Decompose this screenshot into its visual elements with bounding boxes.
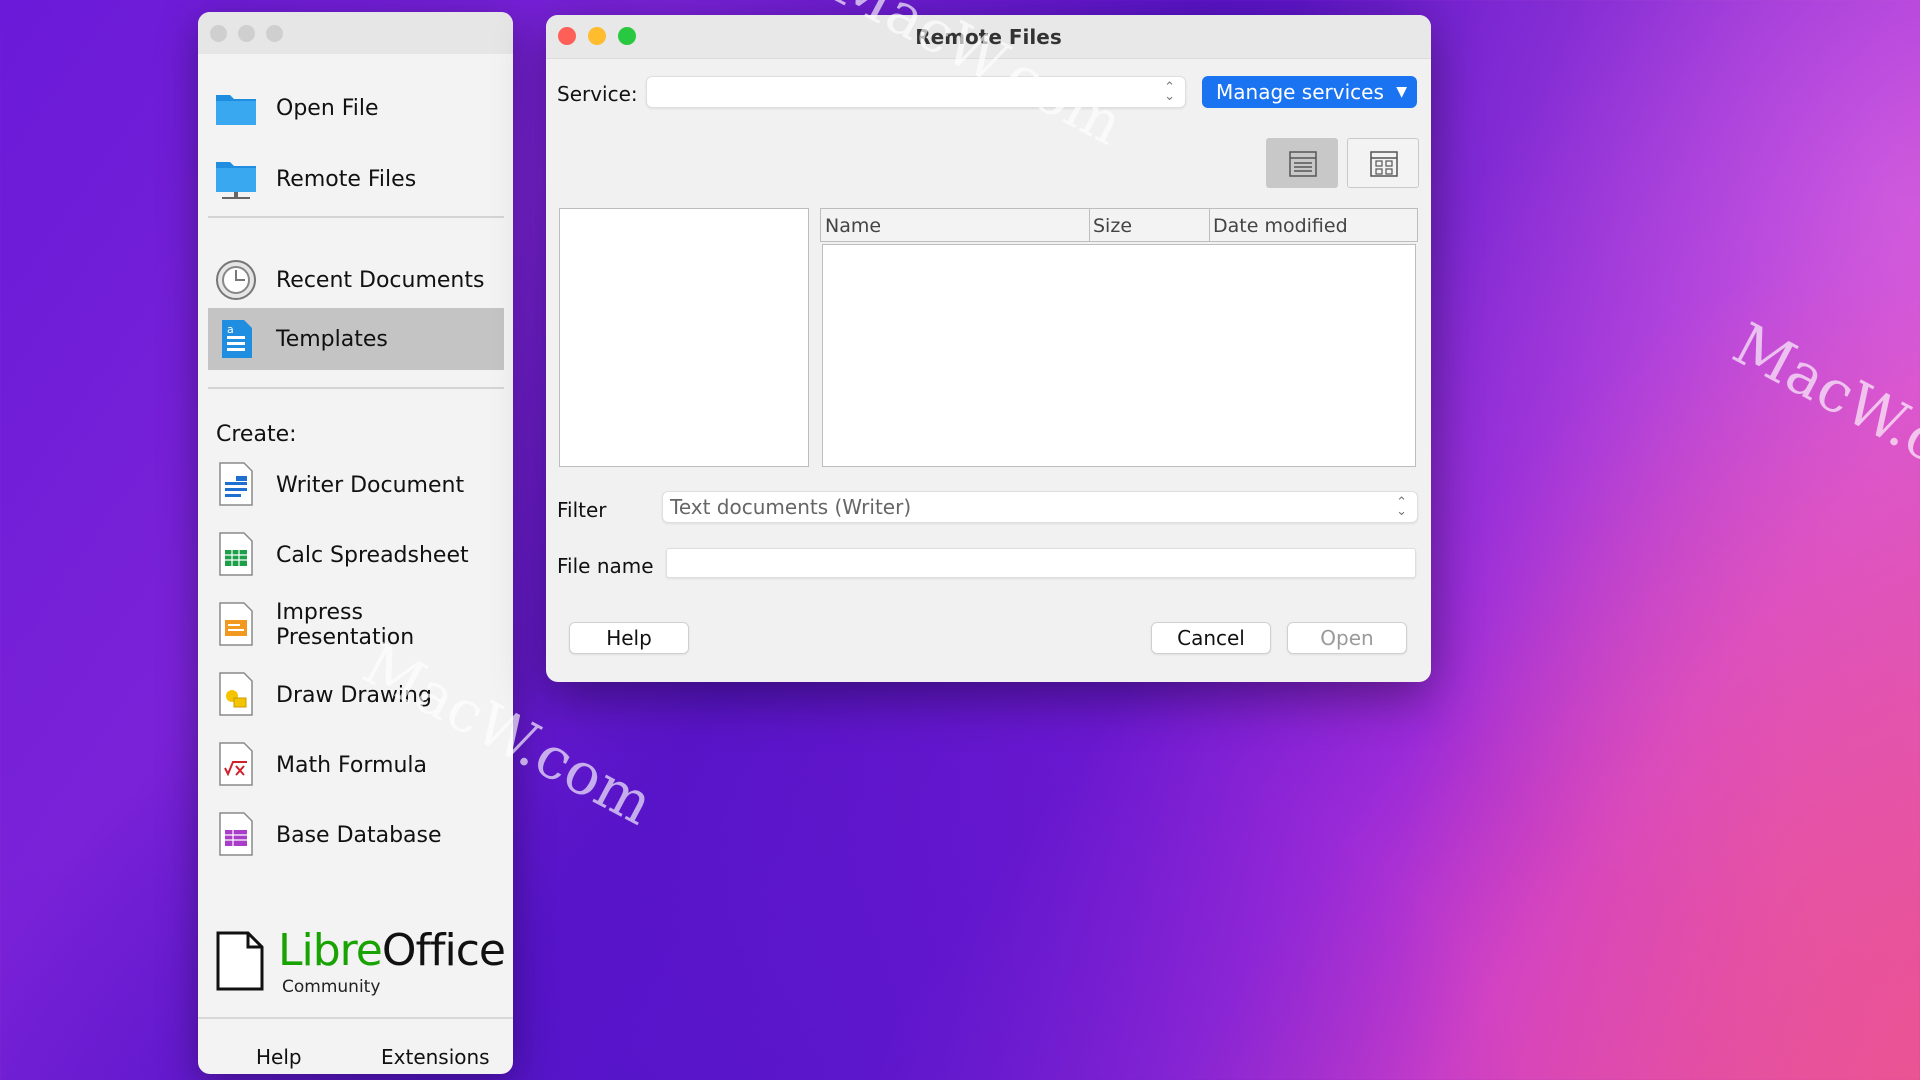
remote-files-dialog: Remote Files Service: ⌃ ⌄ Manage services… [546, 15, 1431, 682]
base-icon [219, 812, 253, 856]
column-date-modified[interactable]: Date modified [1213, 215, 1348, 237]
calc-spreadsheet-button[interactable]: Calc Spreadsheet [208, 524, 504, 586]
manage-services-button[interactable]: Manage services ▼ [1202, 76, 1417, 108]
file-list-pane[interactable] [822, 244, 1416, 467]
impress-presentation-button[interactable]: Impress Presentation [208, 594, 504, 656]
writer-document-label: Writer Document [276, 472, 465, 498]
column-name[interactable]: Name [825, 215, 881, 237]
libreoffice-logo: LibreOffice Community [216, 927, 506, 997]
base-database-label: Base Database [276, 822, 442, 848]
templates-icon: a [222, 320, 252, 358]
create-heading: Create: [216, 422, 297, 447]
extensions-link[interactable]: Extensions [381, 1045, 490, 1069]
minimize-button[interactable] [238, 25, 255, 42]
calc-icon [219, 532, 253, 576]
cancel-button[interactable]: Cancel [1151, 622, 1271, 654]
writer-icon [219, 462, 253, 506]
service-label: Service: [557, 82, 638, 106]
open-button[interactable]: Open [1287, 622, 1407, 654]
file-name-label: File name [557, 554, 654, 578]
caret-down-icon: ▼ [1396, 84, 1407, 100]
math-formula-label: Math Formula [276, 752, 427, 778]
icon-view-button[interactable] [1347, 138, 1419, 188]
folder-icon [216, 95, 256, 125]
stepper-arrows-icon: ⌃ ⌄ [1164, 80, 1175, 104]
open-file-button[interactable]: Open File [208, 77, 504, 139]
libreoffice-logo-icon [216, 931, 264, 991]
help-link[interactable]: Help [256, 1045, 302, 1069]
svg-text:a: a [227, 323, 234, 336]
impress-icon [219, 602, 253, 646]
zoom-button[interactable] [266, 25, 283, 42]
filter-label: Filter [557, 498, 607, 522]
draw-icon [219, 672, 253, 716]
file-list-header: Name Size Date modified [820, 208, 1418, 242]
remote-files-label: Remote Files [276, 166, 417, 192]
recent-documents-label: Recent Documents [276, 267, 485, 293]
stepper-arrows-icon: ⌃ ⌄ [1396, 495, 1407, 519]
filter-select[interactable]: Text documents (Writer) ⌃ ⌄ [662, 491, 1418, 523]
open-file-label: Open File [276, 95, 379, 121]
templates-label: Templates [276, 326, 388, 352]
help-button[interactable]: Help [569, 622, 689, 654]
remote-files-button[interactable]: Remote Files [208, 148, 504, 210]
calc-spreadsheet-label: Calc Spreadsheet [276, 542, 469, 568]
start-center-footer: Help Extensions [198, 1017, 513, 1074]
grid-view-icon [1370, 151, 1398, 177]
column-size[interactable]: Size [1093, 215, 1132, 237]
start-center-titlebar [198, 12, 513, 54]
writer-document-button[interactable]: Writer Document [208, 454, 504, 516]
logo-wordmark: LibreOffice [278, 925, 506, 976]
remote-folder-icon [216, 162, 256, 199]
folder-tree-pane[interactable] [559, 208, 809, 467]
logo-community: Community [282, 977, 381, 997]
list-view-button[interactable] [1266, 138, 1338, 188]
start-center-window: Open File Remote Files Recent Documents … [198, 12, 513, 1074]
templates-button[interactable]: a Templates [208, 308, 504, 370]
list-view-icon [1289, 151, 1317, 177]
close-button[interactable] [210, 25, 227, 42]
math-icon [219, 742, 253, 786]
base-database-button[interactable]: Base Database [208, 804, 504, 866]
recent-documents-button[interactable]: Recent Documents [208, 249, 504, 311]
file-name-input[interactable] [666, 548, 1416, 578]
divider [208, 387, 504, 389]
divider [208, 216, 504, 218]
clock-icon [216, 260, 256, 300]
